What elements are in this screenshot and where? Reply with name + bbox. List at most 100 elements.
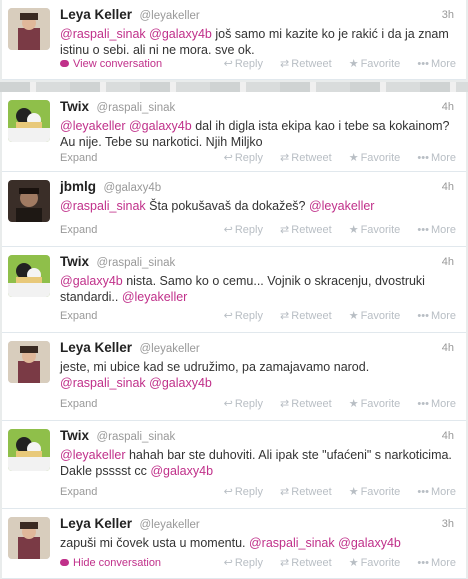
mention-link[interactable]: @galaxy4b bbox=[149, 376, 212, 390]
favorite-button[interactable]: ★ Favorite bbox=[349, 152, 401, 164]
tweet-stream: Leya Keller @leyakeller 3h @raspali_sina… bbox=[0, 0, 468, 579]
favorite-button[interactable]: ★ Favorite bbox=[349, 557, 401, 569]
mention-link[interactable]: @raspali_sinak bbox=[60, 27, 146, 41]
tweet-username[interactable]: @raspali_sinak bbox=[96, 431, 175, 443]
retweet-label: Retweet bbox=[291, 224, 332, 236]
tweet-fullname[interactable]: Leya Keller bbox=[60, 7, 132, 22]
tweet[interactable]: Leya Keller @leyakeller 4h jeste, mi ubi… bbox=[2, 333, 466, 421]
tweet-fullname[interactable]: Twix bbox=[60, 254, 89, 269]
reply-label: Reply bbox=[234, 486, 263, 498]
tweet-fullname[interactable]: Twix bbox=[60, 428, 89, 443]
avatar[interactable] bbox=[8, 100, 50, 142]
tweet-timestamp[interactable]: 4h bbox=[442, 98, 454, 116]
tweet-actions: ↩ Reply ⇄ Retweet ★ Favorite ••• More bbox=[210, 56, 456, 72]
mention-link[interactable]: @galaxy4b bbox=[150, 464, 213, 478]
retweet-button[interactable]: ⇄ Retweet bbox=[280, 398, 332, 410]
avatar[interactable] bbox=[8, 180, 50, 222]
more-button[interactable]: ••• More bbox=[417, 224, 456, 236]
expand-link[interactable]: Expand bbox=[60, 310, 97, 322]
expand-link[interactable]: Expand bbox=[60, 398, 97, 410]
more-button[interactable]: ••• More bbox=[417, 152, 456, 164]
retweet-icon: ⇄ bbox=[280, 58, 290, 70]
tweet-text-segment: jeste, mi ubice kad se udružimo, pa zama… bbox=[60, 360, 370, 374]
mention-link[interactable]: @galaxy4b bbox=[60, 274, 123, 288]
more-button[interactable]: ••• More bbox=[417, 58, 456, 70]
mention-link[interactable]: @galaxy4b bbox=[149, 27, 212, 41]
reply-button[interactable]: ↩ Reply bbox=[224, 557, 263, 569]
reply-arrow-icon: ↩ bbox=[223, 152, 233, 164]
favorite-button[interactable]: ★ Favorite bbox=[349, 310, 401, 322]
expand-link[interactable]: Expand bbox=[60, 152, 97, 164]
avatar[interactable] bbox=[8, 429, 50, 471]
tweet[interactable]: Twix @raspali_sinak 4h @leyakeller hahah… bbox=[2, 421, 466, 509]
tweet-timestamp[interactable]: 4h bbox=[442, 178, 454, 196]
tweet[interactable]: jbmlg @galaxy4b 4h @raspali_sinak Šta po… bbox=[2, 172, 466, 247]
tweet-username[interactable]: @raspali_sinak bbox=[96, 102, 175, 114]
tweet-username[interactable]: @leyakeller bbox=[140, 10, 200, 22]
mention-link[interactable]: @leyakeller bbox=[122, 290, 188, 304]
more-button[interactable]: ••• More bbox=[417, 486, 456, 498]
expand-link[interactable]: Expand bbox=[60, 486, 97, 498]
tweet-username[interactable]: @galaxy4b bbox=[103, 182, 161, 194]
tweet-fullname[interactable]: Twix bbox=[60, 99, 89, 114]
retweet-button[interactable]: ⇄ Retweet bbox=[280, 310, 332, 322]
reply-button[interactable]: ↩ Reply bbox=[224, 310, 263, 322]
mention-link[interactable]: @leyakeller bbox=[60, 119, 126, 133]
reply-button[interactable]: ↩ Reply bbox=[224, 486, 263, 498]
mention-link[interactable]: @galaxy4b bbox=[338, 536, 401, 550]
tweet[interactable]: Leya Keller @leyakeller 3h @raspali_sina… bbox=[2, 0, 466, 80]
more-label: More bbox=[430, 152, 456, 164]
expand-link[interactable]: Expand bbox=[60, 224, 97, 236]
more-button[interactable]: ••• More bbox=[417, 398, 456, 410]
dots-icon: ••• bbox=[417, 224, 429, 236]
retweet-label: Retweet bbox=[291, 310, 332, 322]
tweet-fullname[interactable]: Leya Keller bbox=[60, 516, 132, 531]
tweet-timestamp[interactable]: 4h bbox=[442, 427, 454, 445]
reply-button[interactable]: ↩ Reply bbox=[224, 152, 263, 164]
star-icon: ★ bbox=[348, 152, 359, 164]
avatar[interactable] bbox=[8, 255, 50, 297]
mention-link[interactable]: @raspali_sinak bbox=[60, 376, 146, 390]
retweet-button[interactable]: ⇄ Retweet bbox=[280, 486, 332, 498]
mention-link[interactable]: @raspali_sinak bbox=[249, 536, 335, 550]
reply-button[interactable]: ↩ Reply bbox=[224, 224, 263, 236]
tweet-timestamp[interactable]: 3h bbox=[442, 6, 454, 24]
reply-button[interactable]: ↩ Reply bbox=[224, 398, 263, 410]
tweet-username[interactable]: @leyakeller bbox=[140, 519, 200, 531]
retweet-button[interactable]: ⇄ Retweet bbox=[280, 557, 332, 569]
favorite-button[interactable]: ★ Favorite bbox=[349, 398, 401, 410]
star-icon: ★ bbox=[348, 224, 359, 236]
tweet-timestamp[interactable]: 4h bbox=[442, 253, 454, 271]
retweet-button[interactable]: ⇄ Retweet bbox=[280, 224, 332, 236]
tweet-actions: ↩ Reply ⇄ Retweet ★ Favorite ••• More bbox=[210, 222, 456, 238]
more-button[interactable]: ••• More bbox=[417, 310, 456, 322]
tweet-timestamp[interactable]: 3h bbox=[442, 515, 454, 533]
favorite-button[interactable]: ★ Favorite bbox=[349, 486, 401, 498]
avatar[interactable] bbox=[8, 8, 50, 50]
hide-conversation-link[interactable]: Hide conversation bbox=[60, 557, 161, 569]
tweet-fullname[interactable]: Leya Keller bbox=[60, 340, 132, 355]
favorite-button[interactable]: ★ Favorite bbox=[349, 58, 401, 70]
mention-link[interactable]: @raspali_sinak bbox=[60, 199, 146, 213]
tweet-username[interactable]: @leyakeller bbox=[140, 343, 200, 355]
retweet-button[interactable]: ⇄ Retweet bbox=[280, 58, 332, 70]
reply-button[interactable]: ↩ Reply bbox=[224, 58, 263, 70]
view-conversation-link[interactable]: View conversation bbox=[60, 58, 162, 70]
retweet-label: Retweet bbox=[291, 486, 332, 498]
mention-link[interactable]: @galaxy4b bbox=[129, 119, 192, 133]
retweet-button[interactable]: ⇄ Retweet bbox=[280, 152, 332, 164]
mention-link[interactable]: @leyakeller bbox=[60, 448, 126, 462]
tweet-timestamp[interactable]: 4h bbox=[442, 339, 454, 357]
tweet-username[interactable]: @raspali_sinak bbox=[96, 257, 175, 269]
avatar[interactable] bbox=[8, 517, 50, 559]
tweet[interactable]: Leya Keller @leyakeller 3h zapuši mi čov… bbox=[2, 509, 466, 579]
dots-icon: ••• bbox=[417, 486, 429, 498]
avatar[interactable] bbox=[8, 341, 50, 383]
tweet-fullname[interactable]: jbmlg bbox=[60, 179, 96, 194]
mention-link[interactable]: @leyakeller bbox=[309, 199, 375, 213]
favorite-button[interactable]: ★ Favorite bbox=[349, 224, 401, 236]
more-button[interactable]: ••• More bbox=[417, 557, 456, 569]
tweet[interactable]: Twix @raspali_sinak 4h @leyakeller @gala… bbox=[2, 92, 466, 172]
footer-link-label: View conversation bbox=[73, 58, 163, 70]
tweet[interactable]: Twix @raspali_sinak 4h @galaxy4b nista. … bbox=[2, 247, 466, 333]
